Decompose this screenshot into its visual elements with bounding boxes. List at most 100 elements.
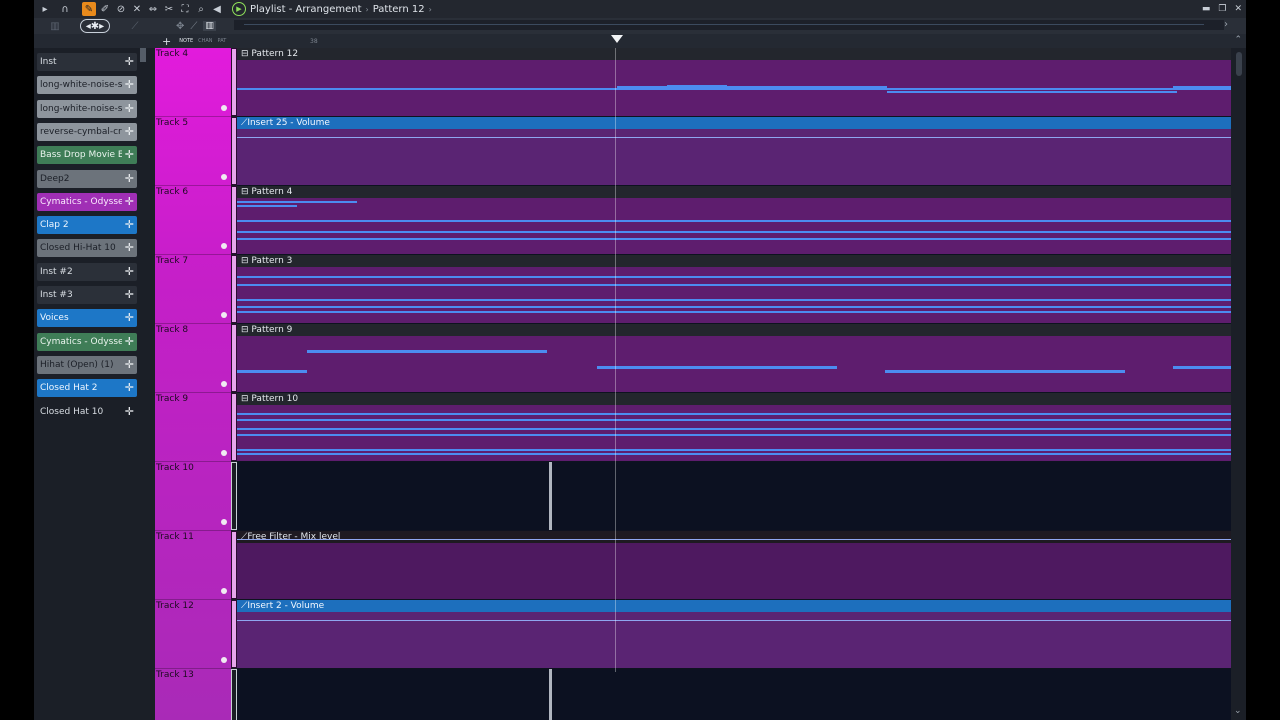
track-mute-dot-icon[interactable]: [221, 243, 227, 249]
brush-icon[interactable]: ✐: [98, 2, 112, 16]
track-mute-dot-icon[interactable]: [221, 657, 227, 663]
channel-wave-icon[interactable]: ✛: [125, 405, 134, 418]
track-header[interactable]: Track 13: [155, 669, 231, 720]
channel-wave-icon[interactable]: ✛: [125, 195, 134, 208]
channel-wave-icon[interactable]: ✛: [125, 172, 134, 185]
track-resize-strip[interactable]: [231, 117, 237, 185]
song-overview[interactable]: [234, 20, 1224, 30]
clip-title[interactable]: ⊟ Pattern 12: [237, 48, 1231, 60]
channel-button[interactable]: Inst ✛: [37, 53, 137, 71]
track-lane[interactable]: ⊟ Pattern 10: [237, 393, 1231, 462]
channel-list-scrollbar[interactable]: [140, 48, 146, 62]
channel-wave-icon[interactable]: ✛: [125, 381, 134, 394]
pattern-clip[interactable]: ⊟ Pattern 3: [237, 255, 1231, 323]
breadcrumb-pattern[interactable]: Pattern 12: [373, 4, 425, 15]
channel-wave-icon[interactable]: ✛: [125, 125, 134, 138]
track-mute-dot-icon[interactable]: [221, 312, 227, 318]
automation-clip[interactable]: ⟋Free Filter - Mix level: [237, 531, 1231, 599]
clip-title[interactable]: ⊟ Pattern 3: [237, 255, 1231, 267]
channel-button[interactable]: Closed Hat 10 ✛: [37, 403, 137, 421]
minimize-icon[interactable]: ▬: [1202, 4, 1211, 14]
track-header[interactable]: Track 12: [155, 600, 231, 669]
snap-pat-label[interactable]: PAT: [218, 38, 227, 44]
track-lane[interactable]: ⊟ Pattern 3: [237, 255, 1231, 324]
channel-button[interactable]: Cymatics - Odyssey...✛: [37, 332, 137, 351]
track-resize-strip[interactable]: [231, 393, 237, 461]
track-lane[interactable]: ⊟ Pattern 4: [237, 186, 1231, 255]
track-resize-strip[interactable]: [231, 531, 237, 599]
automation-clip[interactable]: ⟋Insert 2 - Volume: [237, 600, 1231, 668]
draw-icon[interactable]: ⟋: [190, 21, 197, 32]
slip-icon[interactable]: ⇔: [146, 2, 160, 16]
channel-wave-icon[interactable]: ✛: [125, 102, 134, 115]
pattern-clip[interactable]: ⊟ Pattern 12: [237, 48, 1231, 116]
clip-title[interactable]: ⟋Free Filter - Mix level: [237, 531, 1231, 543]
channel-button[interactable]: Inst #3 ✛: [37, 286, 137, 304]
channel-wave-icon[interactable]: ✛: [125, 78, 134, 91]
track-mute-dot-icon[interactable]: [221, 381, 227, 387]
audio-icon[interactable]: ◂✱▸: [80, 19, 110, 33]
track-mute-dot-icon[interactable]: [221, 519, 227, 525]
track-resize-strip[interactable]: [231, 48, 237, 116]
scrollbar-thumb[interactable]: [1236, 52, 1242, 76]
chevron-right-icon[interactable]: ›: [1224, 19, 1228, 30]
channel-wave-icon[interactable]: ✛: [125, 148, 134, 161]
channel-button[interactable]: Hihat (Open) (1) ✛: [37, 355, 137, 374]
track-header[interactable]: Track 10: [155, 462, 231, 531]
track-resize-strip[interactable]: [231, 462, 237, 530]
track-resize-strip[interactable]: [231, 186, 237, 254]
track-header[interactable]: Track 4: [155, 48, 231, 117]
magnet-icon[interactable]: ∩: [58, 2, 72, 16]
track-lane[interactable]: ⊟ Pattern 12: [237, 48, 1231, 117]
track-mute-dot-icon[interactable]: [221, 450, 227, 456]
close-icon[interactable]: ✕: [1234, 4, 1242, 14]
piano-roll-icon[interactable]: ▥: [40, 19, 70, 33]
channel-wave-icon[interactable]: ✛: [125, 241, 134, 254]
empty-lane[interactable]: [237, 462, 1231, 530]
track-header[interactable]: Track 5: [155, 117, 231, 186]
channel-button[interactable]: Closed Hi-Hat 10 ✛: [37, 239, 137, 258]
channel-button[interactable]: Deep2 ✛: [37, 169, 137, 188]
channel-wave-icon[interactable]: ✛: [125, 55, 134, 68]
breadcrumb-arrow-icon[interactable]: ›: [429, 5, 432, 14]
pattern-clip[interactable]: ⊟ Pattern 9: [237, 324, 1231, 392]
select-icon[interactable]: ⛶: [178, 2, 192, 16]
clip-end-marker[interactable]: [549, 669, 552, 720]
track-lane[interactable]: ⟋Insert 25 - Volume: [237, 117, 1231, 186]
track-lane[interactable]: [237, 669, 1231, 720]
snap-chan-label[interactable]: CHAN: [198, 38, 212, 44]
track-lane[interactable]: ⊟ Pattern 9: [237, 324, 1231, 393]
track-mute-dot-icon[interactable]: [221, 174, 227, 180]
timeline-ruler[interactable]: + NOTE CHAN PAT 38 ⌃: [34, 34, 1246, 48]
track-lane[interactable]: ⟋Free Filter - Mix level: [237, 531, 1231, 600]
track-mute-dot-icon[interactable]: [221, 588, 227, 594]
slice-icon[interactable]: ✂: [162, 2, 176, 16]
restore-icon[interactable]: ❐: [1218, 4, 1226, 14]
track-header[interactable]: Track 7: [155, 255, 231, 324]
pencil-icon[interactable]: ✎: [82, 2, 96, 16]
channel-button[interactable]: reverse-cymbal-crash✛: [37, 122, 137, 141]
clip-end-marker[interactable]: [549, 462, 552, 530]
automation-icon[interactable]: ⟋: [120, 19, 150, 33]
channel-button[interactable]: Voices ✛: [37, 309, 137, 328]
channel-wave-icon[interactable]: ✛: [125, 335, 134, 348]
clip-title[interactable]: ⟋Insert 25 - Volume: [237, 117, 1231, 129]
automation-clip[interactable]: ⟋Insert 25 - Volume: [237, 117, 1231, 185]
channel-button[interactable]: Cymatics - Odyssey K...✛: [37, 192, 137, 211]
channel-wave-icon[interactable]: ✛: [125, 265, 134, 278]
channel-wave-icon[interactable]: ✛: [125, 311, 134, 324]
arrow-right-icon[interactable]: ▸: [38, 2, 52, 16]
speaker-icon[interactable]: ◀: [210, 2, 224, 16]
track-header[interactable]: Track 9: [155, 393, 231, 462]
track-header[interactable]: Track 6: [155, 186, 231, 255]
move-icon[interactable]: ✥: [176, 21, 184, 32]
channel-wave-icon[interactable]: ✛: [125, 288, 134, 301]
channel-button[interactable]: long-white-noise-s... ✛: [37, 99, 137, 118]
channel-wave-icon[interactable]: ✛: [125, 218, 134, 231]
clip-title[interactable]: ⟋Insert 2 - Volume: [237, 600, 1231, 612]
breadcrumb-playlist[interactable]: Playlist - Arrangement: [250, 4, 362, 15]
channel-button[interactable]: long-white-noise-s... ✛: [37, 76, 137, 95]
track-resize-strip[interactable]: [231, 600, 237, 668]
clip-title[interactable]: ⊟ Pattern 9: [237, 324, 1231, 336]
track-header[interactable]: Track 11: [155, 531, 231, 600]
